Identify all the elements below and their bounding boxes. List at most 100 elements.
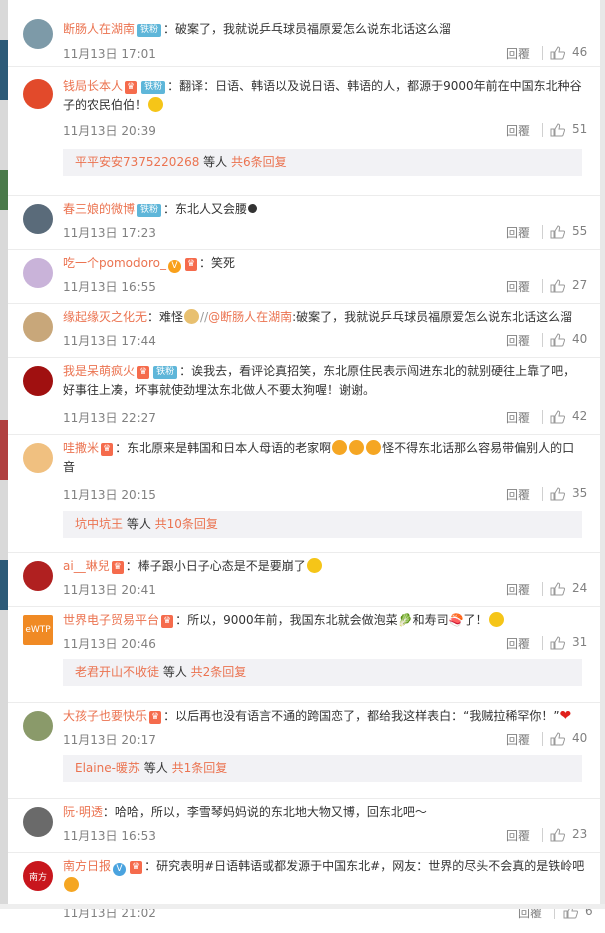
comment-time: 11月13日 17:01: [63, 47, 156, 61]
comment-username[interactable]: 缘起缘灭之化无: [63, 310, 147, 324]
reply-button[interactable]: 回覆: [506, 486, 530, 503]
avatar[interactable]: [23, 258, 53, 288]
reply-count[interactable]: 共6条回复: [231, 155, 287, 169]
comment-time: 11月13日 22:27: [63, 411, 156, 425]
laugh-emoji-icon: [366, 440, 382, 455]
comment-text: ：研究表明#日语韩语或都发源于中国东北#，网友：世界的尽头不会真的是铁岭吧: [144, 859, 585, 873]
avatar[interactable]: [23, 79, 53, 109]
comment-text: ：所以，9000年前，我国东北就会做泡菜🥬和寿司🍣了！: [175, 613, 488, 627]
reply-button[interactable]: 回覆: [506, 581, 530, 598]
comment-time: 11月13日 16:55: [63, 280, 156, 294]
comment-username[interactable]: 哇撒米: [63, 441, 99, 455]
comment-username[interactable]: 钱局长本人: [63, 79, 123, 93]
reply-button[interactable]: 回覆: [506, 635, 530, 652]
reply-username[interactable]: Elaine-暖苏: [75, 761, 140, 775]
reply-button[interactable]: 回覆: [506, 731, 530, 748]
comment-item: 缘起缘灭之化无：难怪//@断肠人在湖南:破案了，我就说乒乓球员福原爱怎么说东北话…: [8, 304, 600, 358]
crown-icon: ♛: [137, 366, 150, 379]
comment-username[interactable]: 春三娘的微博: [63, 202, 135, 216]
reply-button[interactable]: 回覆: [506, 122, 530, 139]
comment-time: 11月13日 20:39: [63, 124, 156, 138]
avatar[interactable]: [23, 443, 53, 473]
more-replies-link[interactable]: 平平安安7375220268 等人 共6条回复: [63, 149, 582, 176]
like-count: 42: [572, 409, 588, 423]
like-count: 23: [572, 827, 588, 841]
more-replies-link[interactable]: 坑中坑王 等人 共10条回复: [63, 511, 582, 538]
comment-username[interactable]: 南方日报: [63, 859, 111, 873]
comment-username[interactable]: 我是呆萌疯火: [63, 364, 135, 378]
crown-icon: ♛: [125, 81, 138, 94]
comment-text: ：东北人又会腰: [163, 202, 248, 216]
avatar[interactable]: 南方: [23, 861, 53, 891]
reply-button[interactable]: 回覆: [506, 224, 530, 241]
comment-text: ：以后再也没有语言不通的跨国恋了，都给我这样表白：“我贼拉稀罕你！”: [163, 709, 560, 723]
avatar[interactable]: [23, 204, 53, 234]
avatar[interactable]: [23, 366, 53, 396]
reply-button[interactable]: 回覆: [506, 278, 530, 295]
reply-username[interactable]: 平平安安7375220268: [75, 155, 199, 169]
comment-text: ：难怪: [147, 310, 184, 324]
crown-icon: ♛: [130, 861, 143, 874]
divider: [542, 828, 543, 842]
comment-username[interactable]: 大孩子也要快乐: [63, 709, 147, 723]
thumbs-up-icon: [550, 487, 565, 501]
reply-button[interactable]: 回覆: [506, 332, 530, 349]
laugh-emoji-icon: [349, 440, 365, 455]
grin-emoji-icon: [306, 558, 322, 573]
reply-button[interactable]: 回覆: [506, 409, 530, 426]
comment-time: 11月13日 20:46: [63, 637, 156, 651]
comment-text: ：破案了，我就说乒乓球员福原爱怎么说东北话这么溜: [163, 22, 452, 36]
like-count: 27: [572, 278, 588, 292]
divider: [542, 333, 543, 347]
divider: [542, 410, 543, 424]
reply-count[interactable]: 共2条回复: [191, 665, 247, 679]
reply-button[interactable]: 回覆: [506, 45, 530, 62]
avatar[interactable]: [23, 19, 53, 49]
avatar[interactable]: eWTP: [23, 615, 53, 645]
comment-time: 11月13日 17:44: [63, 334, 156, 348]
fan-badge: 铁粉: [137, 24, 162, 37]
comment-item: 南方 南方日报 V ♛ ：研究表明#日语韩语或都发源于中国东北#，网友：世界的尽头不会…: [8, 853, 600, 933]
crown-icon: ♛: [184, 258, 198, 271]
crown-icon: ♛: [111, 561, 124, 574]
divider: [542, 225, 543, 239]
avatar[interactable]: [23, 711, 53, 741]
reply-username[interactable]: 坑中坑王: [75, 517, 123, 531]
thumbs-up-icon: [550, 279, 565, 293]
comment-time: 11月13日 20:41: [63, 583, 156, 597]
comment-list: 断肠人在湖南 铁粉 ：破案了，我就说乒乓球员福原爱怎么说东北话这么溜 11月13日 …: [8, 0, 600, 933]
comment-item: 我是呆萌疯火 ♛ 铁粉 ：诶我去，看评论真招笑，东北原住民表示闯进东北的就别硬往上靠了…: [8, 358, 600, 435]
avatar[interactable]: [23, 807, 53, 837]
divider: [542, 636, 543, 650]
sunglasses-emoji-icon: [488, 612, 504, 627]
comment-username[interactable]: 世界电子贸易平台: [63, 613, 159, 627]
comment-item: eWTP 世界电子贸易平台 ♛ ：所以，9000年前，我国东北就会做泡菜🥬和寿司🍣了…: [8, 607, 600, 703]
comment-time: 11月13日 20:17: [63, 733, 156, 747]
quoted-username[interactable]: @断肠人在湖南: [208, 310, 292, 324]
comment-time: 11月13日 20:15: [63, 488, 156, 502]
laugh-emoji-icon: [64, 877, 79, 892]
avatar[interactable]: [23, 312, 53, 342]
comment-text: ：笑死: [199, 256, 236, 270]
comment-username[interactable]: 阮·明透: [63, 805, 103, 819]
fan-badge: 铁粉: [141, 81, 166, 94]
comment-item: 断肠人在湖南 铁粉 ：破案了，我就说乒乓球员福原爱怎么说东北话这么溜 11月13日 …: [8, 0, 600, 67]
smile-emoji-icon: [148, 97, 164, 112]
thumbs-up-icon: [550, 636, 565, 650]
comment-item: 钱局长本人 ♛ 铁粉 ：翻译：日语、韩语以及说日语、韩语的人，都源于9000年前在中国…: [8, 67, 600, 196]
comment-text: ：东北原来是韩国和日本人母语的老家啊: [115, 441, 332, 455]
avatar[interactable]: [23, 561, 53, 591]
face-emoji-icon: [184, 309, 200, 324]
thumbs-up-icon: [550, 582, 565, 596]
thumbs-up-icon: [550, 333, 565, 347]
comment-username[interactable]: 断肠人在湖南: [63, 22, 135, 36]
reply-count[interactable]: 共10条回复: [155, 517, 218, 531]
avatar-logo-text: 南方: [28, 872, 47, 883]
more-replies-link[interactable]: Elaine-暖苏 等人 共1条回复: [63, 755, 582, 782]
reply-count[interactable]: 共1条回复: [172, 761, 228, 775]
reply-button[interactable]: 回覆: [506, 827, 530, 844]
reply-username[interactable]: 老君开山不收徒: [75, 665, 159, 679]
comment-username[interactable]: 吃一个pomodoro_: [63, 256, 166, 270]
comment-username[interactable]: ai__琳兒: [63, 559, 110, 573]
more-replies-link[interactable]: 老君开山不收徒 等人 共2条回复: [63, 659, 582, 686]
